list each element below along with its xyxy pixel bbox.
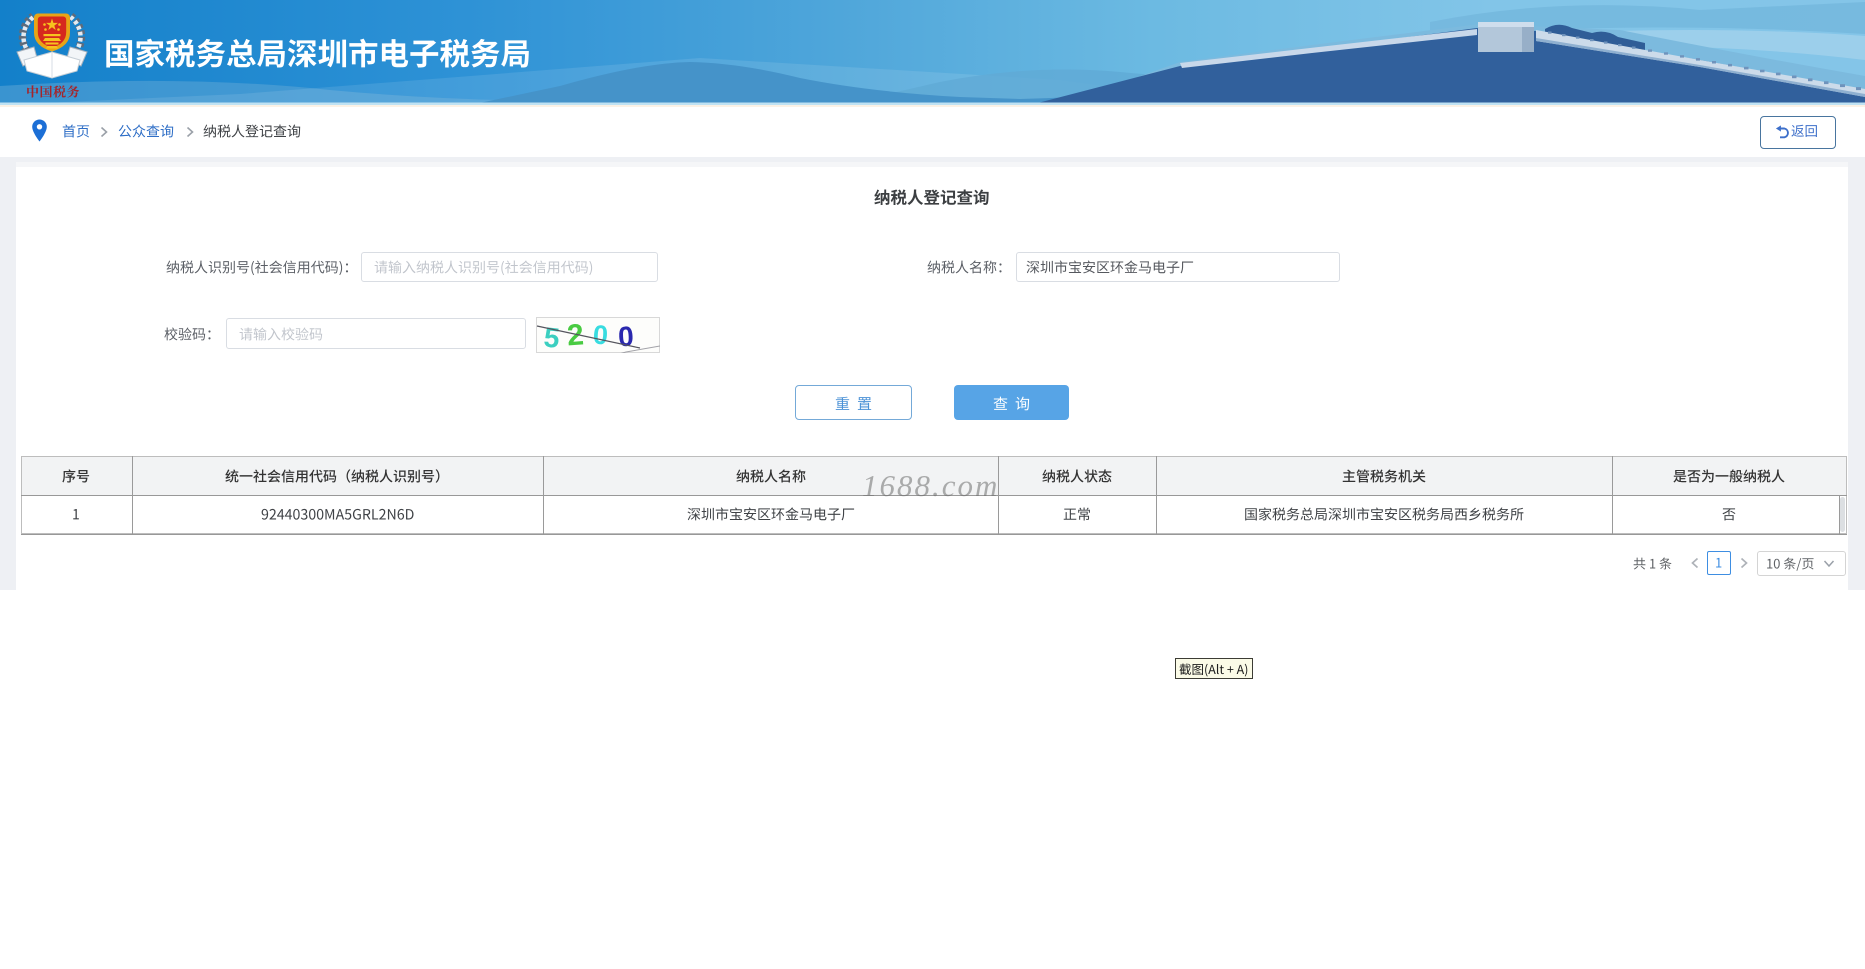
svg-text:0: 0 — [617, 321, 634, 353]
svg-text:5: 5 — [542, 321, 561, 353]
svg-text:0: 0 — [592, 320, 609, 351]
